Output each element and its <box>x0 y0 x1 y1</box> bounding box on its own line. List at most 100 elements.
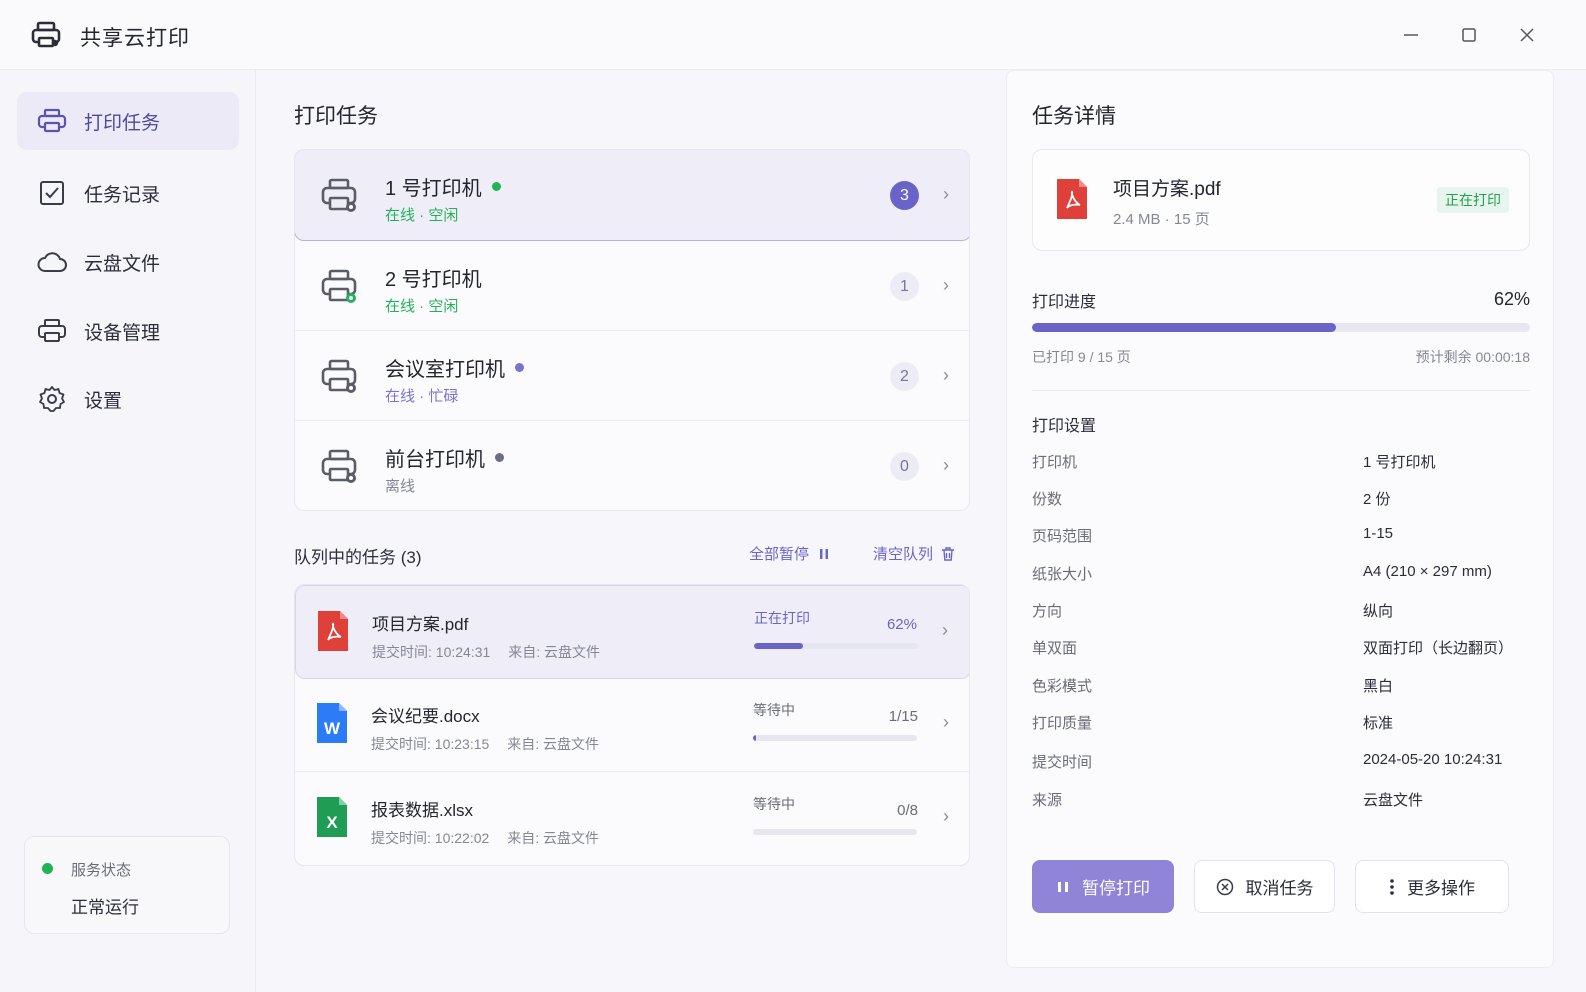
sidebar-item-devices[interactable]: 设备管理 <box>17 302 239 360</box>
more-vertical-icon <box>1390 878 1394 895</box>
printer-status: 在线 · 空闲 <box>385 207 459 224</box>
cancel-circle-icon <box>1216 878 1233 895</box>
setting-key: 来源 <box>1032 792 1063 809</box>
setting-row: 提交时间 2024-05-20 10:24:31 <box>1032 751 1530 775</box>
minimize-button[interactable] <box>1398 22 1424 48</box>
cancel-task-button[interactable]: 取消任务 <box>1194 860 1335 913</box>
service-status-card: 服务状态 正常运行 <box>24 836 230 934</box>
setting-key: 提交时间 <box>1032 754 1093 771</box>
time-remaining: 预计剩余 00:00:18 <box>1415 349 1530 365</box>
setting-row: 方向 纵向 <box>1032 600 1530 624</box>
pause-icon <box>820 548 829 559</box>
chevron-right-icon: › <box>942 620 948 640</box>
pdf-file-icon <box>318 611 348 651</box>
job-progress-bar <box>753 735 917 741</box>
more-actions-label: 更多操作 <box>1407 879 1475 898</box>
job-status: 等待中 <box>753 796 795 812</box>
setting-row: 色彩模式 黑白 <box>1032 675 1530 699</box>
printer-icon <box>321 449 357 483</box>
printer-status: 在线 · 忙碌 <box>385 388 459 405</box>
setting-value: 纵向 <box>1363 603 1394 620</box>
more-actions-button[interactable]: 更多操作 <box>1355 860 1509 913</box>
chevron-right-icon: › <box>943 275 949 295</box>
printer-icon <box>321 178 357 212</box>
queue-item[interactable]: 项目方案.pdf 提交时间: 10:24:31 来自: 云盘文件 正在打印 62%… <box>295 585 969 679</box>
chevron-right-icon: › <box>943 365 949 385</box>
printer-icon <box>37 106 67 136</box>
sidebar-item-print-tasks[interactable]: 打印任务 <box>17 92 239 150</box>
pause-print-button[interactable]: 暂停打印 <box>1032 860 1174 913</box>
printer-name: 2 号打印机 <box>385 269 482 291</box>
page-title: 打印任务 <box>294 105 378 128</box>
setting-key: 方向 <box>1032 603 1063 620</box>
pdf-file-icon <box>1057 179 1087 219</box>
setting-row: 页码范围 1-15 <box>1032 525 1530 549</box>
setting-key: 份数 <box>1032 491 1063 508</box>
trash-icon <box>942 546 955 561</box>
printer-row[interactable]: 1 号打印机 在线 · 空闲 3 › <box>295 150 969 241</box>
service-status-label: 服务状态 <box>71 862 132 879</box>
maximize-button[interactable] <box>1456 22 1482 48</box>
gear-icon <box>37 384 67 414</box>
sidebar-item-label: 任务记录 <box>84 184 161 206</box>
pause-all-label: 全部暂停 <box>749 546 810 563</box>
cancel-task-label: 取消任务 <box>1245 879 1314 898</box>
job-progress-bar <box>754 643 918 649</box>
checkbox-icon <box>37 178 67 208</box>
chevron-right-icon: › <box>943 712 949 732</box>
printer-row[interactable]: 前台打印机 离线 0 › <box>295 421 969 510</box>
queue-item[interactable]: W 会议纪要.docx 提交时间: 10:23:15 来自: 云盘文件 等待中 1… <box>295 678 969 772</box>
pause-icon <box>1058 881 1068 892</box>
job-status: 等待中 <box>753 702 795 718</box>
detail-title: 任务详情 <box>1032 105 1116 128</box>
printer-row[interactable]: 2 号打印机 在线 · 空闲 1 › <box>295 241 969 331</box>
job-count-badge: 0 <box>890 452 919 481</box>
title-bar: 共享云打印 <box>0 0 1586 70</box>
file-name: 会议纪要.docx <box>371 707 480 726</box>
file-name: 报表数据.xlsx <box>371 801 473 820</box>
job-count-badge: 2 <box>890 362 919 391</box>
file-meta: 提交时间: 10:23:15 来自: 云盘文件 <box>371 736 600 752</box>
close-icon <box>1520 28 1534 42</box>
printer-row[interactable]: 会议室打印机 在线 · 忙碌 2 › <box>295 331 969 421</box>
cloud-icon <box>37 247 67 277</box>
sidebar-item-label: 设备管理 <box>84 322 161 344</box>
job-status: 正在打印 <box>754 610 810 626</box>
job-count-badge: 3 <box>890 181 919 210</box>
clear-queue-label: 清空队列 <box>873 546 934 563</box>
setting-value: 标准 <box>1363 715 1394 732</box>
status-dot <box>495 453 504 463</box>
close-button[interactable] <box>1514 22 1540 48</box>
progress-percent: 62% <box>1493 289 1530 309</box>
setting-key: 纸张大小 <box>1032 566 1093 583</box>
printer-status: 离线 <box>385 478 416 495</box>
printer-icon <box>321 269 357 303</box>
detail-file-card: 项目方案.pdf 2.4 MB · 15 页 正在打印 <box>1032 149 1530 251</box>
progress-fill <box>753 735 757 741</box>
progress-label: 打印进度 <box>1032 294 1097 311</box>
file-name: 项目方案.pdf <box>372 615 469 634</box>
setting-value: 黑白 <box>1363 678 1394 695</box>
printer-name: 前台打印机 <box>385 443 504 472</box>
clear-queue-button[interactable]: 清空队列 <box>873 543 955 564</box>
setting-row: 纸张大小 A4 (210 × 297 mm) <box>1032 563 1530 587</box>
pause-all-button[interactable]: 全部暂停 <box>749 543 831 564</box>
word-file-icon: W <box>317 703 347 743</box>
file-meta: 提交时间: 10:22:02 来自: 云盘文件 <box>371 830 600 846</box>
setting-value: A4 (210 × 297 mm) <box>1363 563 1492 580</box>
job-progress-text: 1/15 <box>888 708 918 725</box>
setting-key: 单双面 <box>1032 640 1078 657</box>
pages-printed: 已打印 9 / 15 页 <box>1032 349 1131 365</box>
setting-row: 打印机 1 号打印机 <box>1032 451 1530 475</box>
app-title: 共享云打印 <box>80 27 190 50</box>
printer-status: 在线 · 空闲 <box>385 298 459 315</box>
status-dot <box>491 182 501 192</box>
sidebar-item-cloud-files[interactable]: 云盘文件 <box>17 233 239 291</box>
setting-value: 云盘文件 <box>1363 792 1424 809</box>
sidebar-item-settings[interactable]: 设置 <box>17 370 239 428</box>
sidebar-item-task-history[interactable]: 任务记录 <box>17 164 239 222</box>
setting-value: 双面打印（长边翻页） <box>1363 640 1514 657</box>
printer-icon <box>321 359 357 393</box>
setting-key: 打印质量 <box>1032 715 1093 732</box>
queue-item[interactable]: X 报表数据.xlsx 提交时间: 10:22:02 来自: 云盘文件 等待中 0… <box>295 772 969 865</box>
